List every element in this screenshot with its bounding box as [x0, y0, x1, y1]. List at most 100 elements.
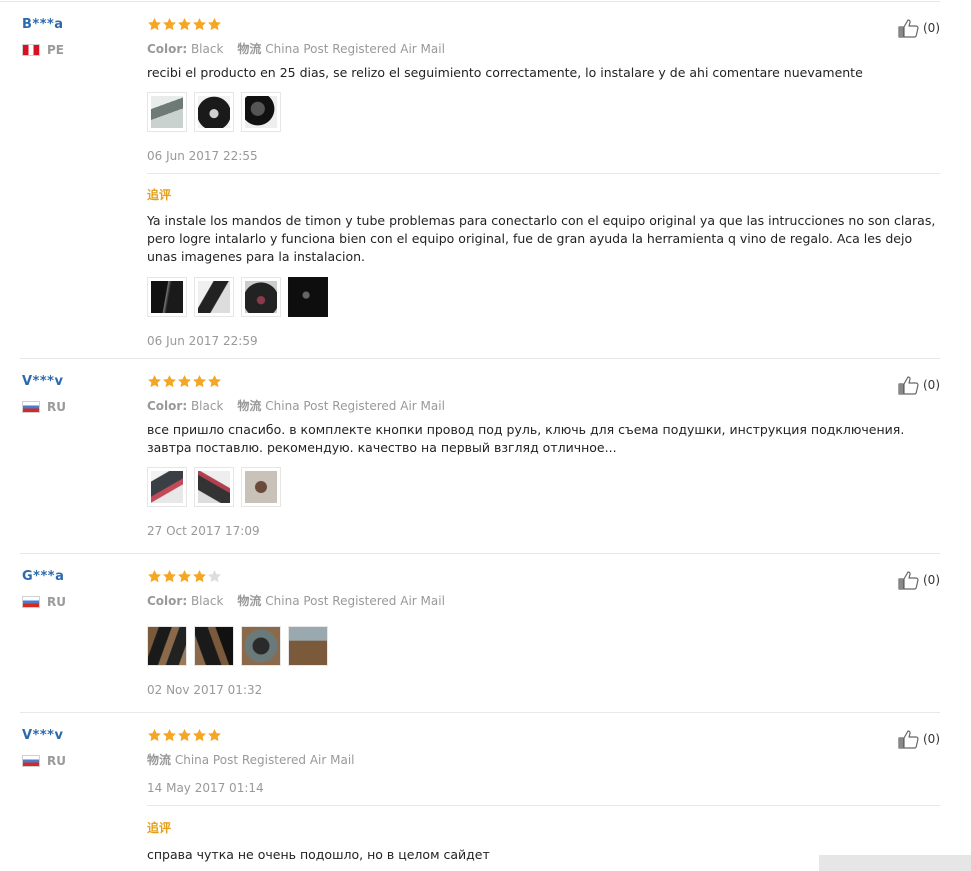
star-icon	[163, 569, 176, 583]
star-icon	[193, 569, 206, 583]
review-photos	[147, 626, 335, 666]
review-photo-thumbnail[interactable]	[194, 92, 234, 132]
helpful-count: (0)	[923, 573, 940, 587]
followup-photos	[147, 277, 335, 317]
review-text: recibi el producto en 25 dias, se relizo…	[147, 65, 863, 80]
star-icon	[208, 728, 221, 742]
flag-ru-icon	[22, 401, 40, 413]
flag-ru-icon	[22, 755, 40, 767]
followup-label: 追评	[147, 821, 172, 835]
star-icon	[178, 728, 191, 742]
review-photo-thumbnail[interactable]	[147, 92, 187, 132]
star-icon	[163, 374, 176, 388]
followup-text: Ya instale los mandos de timon y tube pr…	[147, 213, 936, 264]
star-icon	[208, 569, 221, 583]
followup-label: 追评	[147, 188, 172, 202]
reviewer-name[interactable]: B***a	[22, 17, 64, 32]
review-photos	[147, 92, 288, 132]
followup-date: 06 Jun 2017 22:59	[147, 334, 258, 348]
shipping-label: 物流	[237, 42, 262, 56]
star-icon	[148, 728, 161, 742]
color-label: Color:	[147, 399, 188, 413]
followup-divider	[147, 805, 940, 806]
reviewer-name[interactable]: V***v	[22, 728, 63, 743]
review-photos	[147, 467, 288, 507]
reviewer-country: PE	[22, 43, 64, 57]
thumbs-up-icon	[898, 571, 919, 590]
color-value: Black	[190, 42, 224, 56]
color-value: Black	[190, 594, 224, 608]
helpful-button[interactable]: (0)	[898, 729, 940, 749]
helpful-button[interactable]: (0)	[898, 375, 940, 395]
flag-ru-icon	[22, 596, 40, 608]
star-icon	[178, 569, 191, 583]
review-photo-thumbnail[interactable]	[194, 277, 234, 317]
country-code: RU	[47, 754, 66, 768]
review-meta: Color: Black 物流 China Post Registered Air…	[147, 592, 445, 609]
thumbs-up-icon	[898, 19, 919, 38]
reviewer-name[interactable]: V***v	[22, 374, 63, 389]
top-divider	[0, 1, 940, 2]
shipping-value: China Post Registered Air Mail	[265, 594, 445, 608]
thumbs-up-icon	[898, 376, 919, 395]
shipping-value: China Post Registered Air Mail	[265, 42, 445, 56]
star-rating	[147, 374, 222, 390]
helpful-count: (0)	[923, 732, 940, 746]
review-divider	[20, 712, 940, 713]
reviewer-country: RU	[22, 754, 66, 768]
review-date: 06 Jun 2017 22:55	[147, 149, 258, 163]
star-rating	[147, 728, 222, 744]
helpful-button[interactable]: (0)	[898, 570, 940, 590]
helpful-count: (0)	[923, 378, 940, 392]
star-rating	[147, 569, 222, 585]
review-date: 27 Oct 2017 17:09	[147, 524, 260, 538]
thumbs-up-icon	[898, 730, 919, 749]
reviewer-country: RU	[22, 400, 66, 414]
star-icon	[163, 17, 176, 31]
star-icon	[148, 374, 161, 388]
followup-divider	[147, 173, 940, 174]
star-icon	[148, 569, 161, 583]
review-meta: Color: Black 物流 China Post Registered Air…	[147, 397, 445, 414]
review-date: 14 May 2017 01:14	[147, 781, 264, 795]
helpful-button[interactable]: (0)	[898, 18, 940, 38]
review-meta: 物流 China Post Registered Air Mail	[147, 751, 354, 768]
review-photo-thumbnail[interactable]	[241, 92, 281, 132]
review-text: все пришло спасибо. в комплекте кнопки п…	[147, 422, 905, 455]
review-date: 02 Nov 2017 01:32	[147, 683, 263, 697]
shipping-value: China Post Registered Air Mail	[265, 399, 445, 413]
review-meta: Color: Black 物流 China Post Registered Air…	[147, 40, 445, 57]
star-icon	[178, 17, 191, 31]
review-photo-thumbnail[interactable]	[288, 277, 328, 317]
shipping-label: 物流	[237, 399, 262, 413]
review-photo-thumbnail[interactable]	[241, 467, 281, 507]
color-value: Black	[190, 399, 224, 413]
star-icon	[148, 17, 161, 31]
star-icon	[163, 728, 176, 742]
color-label: Color:	[147, 594, 188, 608]
flag-pe-icon	[22, 44, 40, 56]
star-icon	[193, 728, 206, 742]
review-photo-thumbnail[interactable]	[194, 626, 234, 666]
star-icon	[178, 374, 191, 388]
reviewer-name[interactable]: G***a	[22, 569, 64, 584]
review-divider	[20, 358, 940, 359]
reviewer-country: RU	[22, 595, 66, 609]
review-photo-thumbnail[interactable]	[147, 626, 187, 666]
color-label: Color:	[147, 42, 188, 56]
star-icon	[193, 374, 206, 388]
review-photo-thumbnail[interactable]	[241, 626, 281, 666]
star-rating	[147, 17, 222, 33]
review-photo-thumbnail[interactable]	[194, 467, 234, 507]
review-divider	[20, 553, 940, 554]
country-code: PE	[47, 43, 64, 57]
country-code: RU	[47, 400, 66, 414]
floating-panel-edge	[819, 855, 971, 871]
review-photo-thumbnail[interactable]	[241, 277, 281, 317]
country-code: RU	[47, 595, 66, 609]
helpful-count: (0)	[923, 21, 940, 35]
review-photo-thumbnail[interactable]	[147, 467, 187, 507]
review-photo-thumbnail[interactable]	[147, 277, 187, 317]
review-photo-thumbnail[interactable]	[288, 626, 328, 666]
star-icon	[208, 17, 221, 31]
